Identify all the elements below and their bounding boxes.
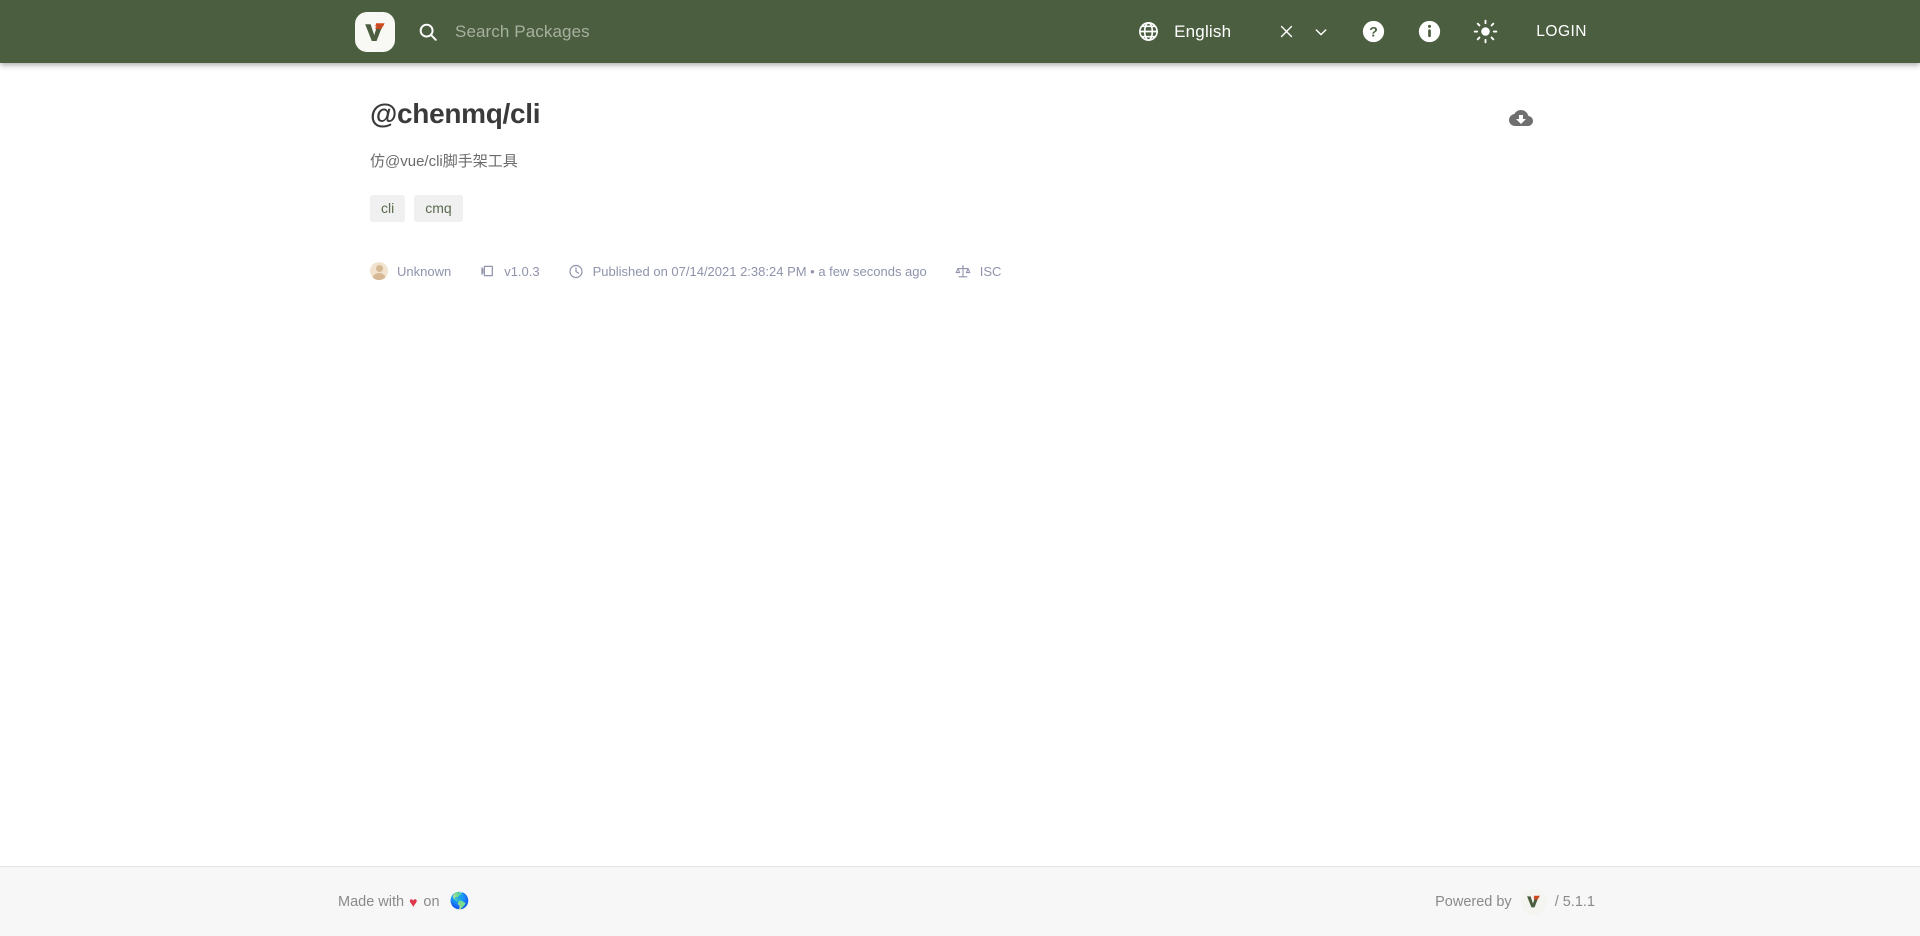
help-icon[interactable]: ?: [1358, 17, 1388, 47]
meta-license: ISC: [955, 263, 1002, 279]
earth-icon: 🌎: [449, 892, 470, 910]
app-root: English ?: [0, 0, 1920, 936]
header-left-group: [355, 11, 1036, 52]
version-label: v1.0.3: [504, 263, 540, 279]
login-button[interactable]: LOGIN: [1528, 17, 1595, 47]
search-icon: [416, 20, 440, 44]
search-input[interactable]: [455, 21, 1036, 42]
footer-made-with: Made with ♥ on 🌎: [338, 892, 470, 910]
footer-version: / 5.1.1: [1554, 893, 1595, 910]
package-meta: Unknown v1.0.3 Published on 07/14/2021 2…: [370, 262, 1550, 280]
app-footer: Made with ♥ on 🌎 Powered by / 5.1.1: [0, 866, 1920, 936]
meta-author[interactable]: Unknown: [370, 262, 451, 280]
info-icon[interactable]: [1414, 17, 1444, 47]
language-label: English: [1174, 21, 1232, 41]
clock-icon: [568, 263, 584, 279]
made-with-prefix: Made with: [338, 893, 405, 910]
package-keywords: cli cmq: [370, 195, 1550, 222]
package-detail: @chenmq/cli 仿@vue/cli脚手架工具 cli cmq Unkno…: [370, 63, 1550, 280]
verdaccio-logo-icon[interactable]: [1520, 888, 1547, 915]
keyword-tag[interactable]: cli: [370, 195, 406, 222]
made-with-suffix: on: [423, 893, 440, 910]
author-name: Unknown: [397, 263, 452, 279]
cloud-download-icon[interactable]: [1508, 105, 1534, 131]
package-title-row: @chenmq/cli: [370, 97, 1550, 131]
scales-icon: [955, 263, 971, 279]
keyword-tag[interactable]: cmq: [414, 195, 463, 222]
app-header: English ?: [0, 0, 1920, 63]
license-label: ISC: [979, 263, 1002, 279]
close-icon[interactable]: [1275, 21, 1297, 43]
powered-by-label: Powered by: [1435, 893, 1512, 910]
globe-icon: [1136, 20, 1160, 44]
published-label: Published on 07/14/2021 2:38:24 PM • a f…: [592, 263, 927, 279]
meta-published: Published on 07/14/2021 2:38:24 PM • a f…: [568, 263, 927, 279]
chevron-down-icon[interactable]: [1310, 21, 1332, 43]
search-bar[interactable]: [416, 20, 1036, 44]
heart-icon: ♥: [409, 893, 418, 910]
avatar-icon: [370, 262, 388, 280]
package-description: 仿@vue/cli脚手架工具: [370, 153, 518, 170]
footer-powered-by: Powered by / 5.1.1: [1435, 888, 1595, 915]
svg-text:?: ?: [1369, 23, 1378, 39]
page-title: @chenmq/cli: [370, 98, 541, 129]
verdaccio-logo-icon[interactable]: [355, 11, 395, 52]
language-selector[interactable]: English: [1136, 20, 1231, 44]
meta-version: v1.0.3: [479, 263, 540, 279]
main-content: @chenmq/cli 仿@vue/cli脚手架工具 cli cmq Unkno…: [0, 63, 1920, 866]
package-icon: [479, 263, 495, 279]
header-right-group: English ? LOGIN: [1136, 17, 1595, 47]
language-controls: [1275, 21, 1332, 43]
brightness-icon[interactable]: [1470, 17, 1500, 47]
